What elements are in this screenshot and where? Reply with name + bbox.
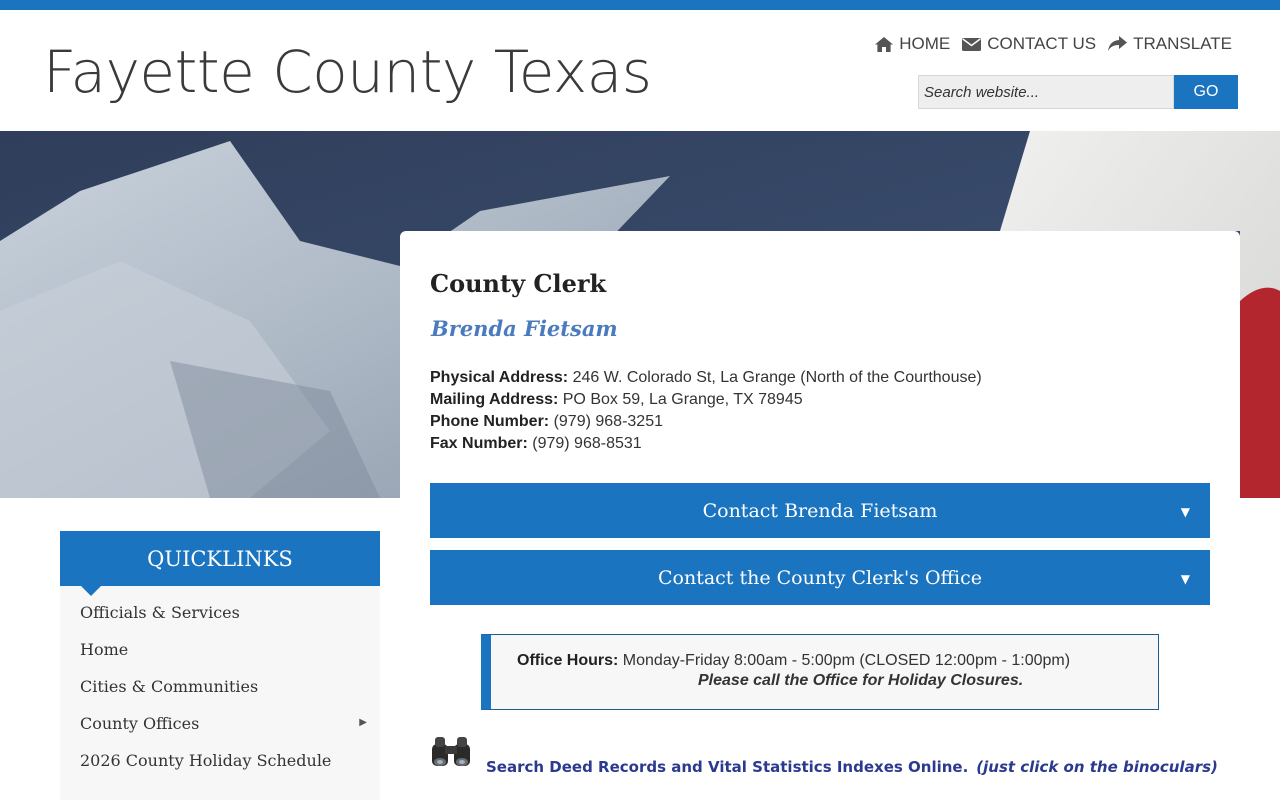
quicklink-label: Officials & Services bbox=[80, 603, 240, 622]
quicklink-label: Cities & Communities bbox=[80, 677, 259, 696]
physical-address-label: Physical Address: bbox=[430, 369, 569, 386]
quicklink-label: Home bbox=[80, 640, 129, 659]
phone-number-value: (979) 968-3251 bbox=[549, 413, 663, 430]
nav-home-link[interactable]: HOME bbox=[875, 34, 950, 54]
quicklinks-title: QUICKLINKS bbox=[147, 546, 293, 571]
physical-address: Physical Address: 246 W. Colorado St, La… bbox=[430, 367, 982, 389]
contact-info: Physical Address: 246 W. Colorado St, La… bbox=[430, 367, 982, 455]
quicklink-home[interactable]: Home bbox=[60, 640, 380, 677]
physical-address-value: 246 W. Colorado St, La Grange (North of … bbox=[568, 369, 982, 386]
quicklink-label: 2026 County Holiday Schedule bbox=[80, 751, 332, 770]
fax-number-label: Fax Number: bbox=[430, 435, 528, 452]
office-hours-label: Office Hours: bbox=[517, 652, 619, 669]
accordion-contact-office-label: Contact the County Clerk's Office bbox=[657, 566, 982, 589]
mailing-address: Mailing Address: PO Box 59, La Grange, T… bbox=[430, 389, 982, 411]
home-icon bbox=[875, 36, 894, 52]
caret-down-icon: ▼ bbox=[1180, 505, 1190, 519]
quicklinks-header: QUICKLINKS bbox=[60, 531, 380, 596]
deed-search-link[interactable]: Search Deed Records and Vital Statistics… bbox=[486, 758, 1218, 776]
top-accent-bar bbox=[0, 0, 1280, 10]
fax-number-value: (979) 968-8531 bbox=[527, 435, 642, 452]
chevron-right-icon: ▶ bbox=[359, 717, 367, 728]
header-notch bbox=[81, 586, 101, 596]
quicklink-county-offices[interactable]: County Offices ▶ bbox=[60, 714, 380, 751]
nav-translate-link[interactable]: TRANSLATE bbox=[1108, 34, 1232, 54]
main-content: County Clerk Brenda Fietsam Physical Add… bbox=[400, 231, 1240, 800]
quicklinks-panel: QUICKLINKS Officials & Services Home Cit… bbox=[60, 531, 380, 800]
binoculars-icon[interactable] bbox=[430, 734, 472, 770]
envelope-icon bbox=[962, 37, 982, 51]
page-title: County Clerk bbox=[430, 269, 607, 298]
nav-translate-label: TRANSLATE bbox=[1133, 34, 1232, 53]
quicklink-holiday-schedule[interactable]: 2026 County Holiday Schedule bbox=[60, 751, 380, 788]
quicklink-cities-communities[interactable]: Cities & Communities bbox=[60, 677, 380, 714]
search-input[interactable] bbox=[918, 75, 1174, 109]
accordion-contact-office[interactable]: Contact the County Clerk's Office ▼ bbox=[430, 550, 1210, 605]
nav-contact-link[interactable]: CONTACT US bbox=[962, 34, 1096, 54]
phone-number: Phone Number: (979) 968-3251 bbox=[430, 411, 982, 433]
accordion-contact-official-label: Contact Brenda Fietsam bbox=[702, 499, 938, 522]
nav-home-label: HOME bbox=[899, 34, 951, 53]
office-hours: Office Hours: Monday-Friday 8:00am - 5:0… bbox=[517, 652, 1070, 670]
fax-number: Fax Number: (979) 968-8531 bbox=[430, 433, 982, 455]
quicklinks-list: Officials & Services Home Cities & Commu… bbox=[60, 586, 380, 788]
office-hours-box: Office Hours: Monday-Friday 8:00am - 5:0… bbox=[481, 634, 1159, 710]
mailing-address-value: PO Box 59, La Grange, TX 78945 bbox=[558, 391, 803, 408]
utility-nav: HOME CONTACT US TRANSLATE bbox=[875, 34, 1232, 54]
phone-number-label: Phone Number: bbox=[430, 413, 550, 430]
deed-search-hint: (just click on the binoculars) bbox=[976, 758, 1218, 776]
quicklink-label: County Offices bbox=[80, 714, 200, 733]
quicklink-officials-services[interactable]: Officials & Services bbox=[60, 603, 380, 640]
site-title[interactable]: Fayette County Texas bbox=[43, 38, 652, 106]
mailing-address-label: Mailing Address: bbox=[430, 391, 559, 408]
office-hours-value: Monday-Friday 8:00am - 5:00pm (CLOSED 12… bbox=[618, 652, 1071, 669]
deed-search-row: Search Deed Records and Vital Statistics… bbox=[430, 734, 1218, 776]
official-name: Brenda Fietsam bbox=[431, 316, 618, 341]
share-arrow-icon bbox=[1108, 36, 1128, 51]
holiday-note: Please call the Office for Holiday Closu… bbox=[698, 672, 1024, 689]
accordion-contact-official[interactable]: Contact Brenda Fietsam ▼ bbox=[430, 483, 1210, 538]
site-search: GO bbox=[918, 75, 1238, 109]
site-header: Fayette County Texas HOME CONTACT US TRA… bbox=[0, 10, 1280, 131]
deed-search-text: Search Deed Records and Vital Statistics… bbox=[486, 758, 969, 776]
caret-down-icon: ▼ bbox=[1180, 572, 1190, 586]
nav-contact-label: CONTACT US bbox=[987, 34, 1097, 53]
search-go-button[interactable]: GO bbox=[1174, 75, 1238, 109]
